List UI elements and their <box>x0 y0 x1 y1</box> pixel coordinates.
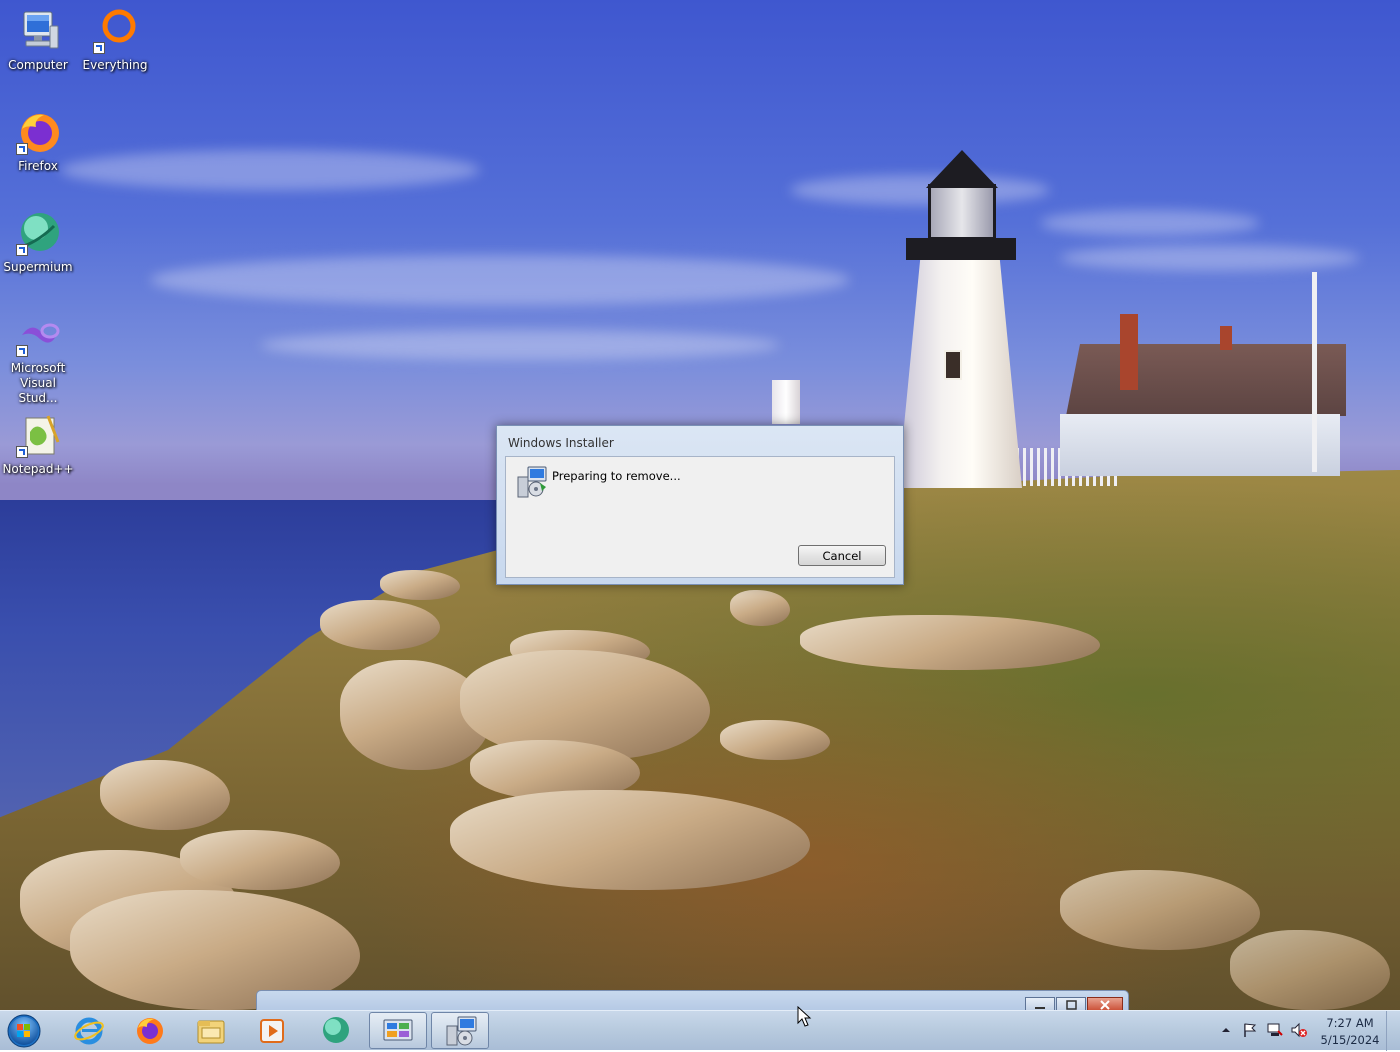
desktop-icon-label: Everything <box>82 58 148 72</box>
desktop-icon-label: Supermium <box>3 260 73 274</box>
desktop-icon-supermium[interactable]: Supermium <box>0 210 76 275</box>
taskbar-control-panel[interactable] <box>369 1012 427 1049</box>
installer-icon <box>516 465 548 499</box>
firefox-icon <box>137 1018 163 1044</box>
mouse-cursor-icon <box>797 1006 812 1027</box>
network-icon[interactable] <box>1266 1022 1284 1038</box>
internet-explorer-icon <box>74 1017 104 1045</box>
desktop-icon-label: Computer <box>8 58 68 72</box>
taskbar: 7:27 AM 5/15/2024 <box>0 1010 1400 1051</box>
shortcut-arrow-icon <box>93 42 105 54</box>
dialog-title: Windows Installer <box>508 436 614 450</box>
file-explorer-icon <box>197 1020 225 1044</box>
desktop-icon-label: Firefox <box>18 159 58 173</box>
cancel-button[interactable]: Cancel <box>798 545 886 566</box>
show-desktop-button[interactable] <box>1386 1011 1400 1051</box>
volume-muted-icon[interactable] <box>1290 1022 1308 1038</box>
clock-time[interactable]: 7:27 AM <box>1310 1016 1390 1030</box>
media-player-icon <box>260 1019 284 1043</box>
start-orb-icon <box>7 1014 41 1048</box>
taskbar-firefox[interactable] <box>121 1012 179 1049</box>
taskbar-windows-installer[interactable] <box>431 1012 489 1049</box>
dialog-client-area: Preparing to remove... Cancel <box>505 456 895 578</box>
dialog-message: Preparing to remove... <box>552 469 681 483</box>
windows-installer-dialog[interactable]: Windows Installer Preparing to remove...… <box>496 425 904 585</box>
taskbar-media-player[interactable] <box>243 1012 301 1049</box>
background-window-titlebar[interactable] <box>256 990 1129 1013</box>
firefox-icon <box>14 109 62 157</box>
taskbar-supermium[interactable] <box>306 1012 364 1049</box>
taskbar-internet-explorer[interactable] <box>60 1012 118 1049</box>
desktop-icon-label: Microsoft Visual Stud... <box>10 361 66 405</box>
desktop-icon-computer[interactable]: Computer <box>0 8 76 73</box>
clock-date[interactable]: 5/15/2024 <box>1310 1033 1390 1047</box>
desktop-icon-label: Notepad++ <box>2 462 74 476</box>
desktop-icon-everything[interactable]: Everything <box>77 8 153 73</box>
everything-icon <box>91 8 139 56</box>
taskbar-file-explorer[interactable] <box>182 1012 240 1049</box>
shortcut-arrow-icon <box>16 143 28 155</box>
notepad-plus-plus-icon <box>14 412 62 460</box>
shortcut-arrow-icon <box>16 244 28 256</box>
visual-studio-icon <box>14 311 62 359</box>
show-hidden-icons-chevron-up-icon[interactable] <box>1221 1025 1231 1035</box>
control-panel-icon <box>383 1019 413 1041</box>
start-button[interactable] <box>4 1013 44 1049</box>
desktop-icon-notepad-plus-plus[interactable]: Notepad++ <box>0 412 76 477</box>
shortcut-arrow-icon <box>16 345 28 357</box>
action-center-flag-icon[interactable] <box>1242 1022 1258 1038</box>
desktop-icon-firefox[interactable]: Firefox <box>0 109 76 174</box>
supermium-icon <box>323 1017 349 1043</box>
computer-icon <box>14 8 62 56</box>
windows-installer-icon <box>446 1016 477 1046</box>
shortcut-arrow-icon <box>16 446 28 458</box>
desktop-icon-visual-studio[interactable]: Microsoft Visual Stud... <box>0 311 76 406</box>
supermium-icon <box>14 210 62 258</box>
